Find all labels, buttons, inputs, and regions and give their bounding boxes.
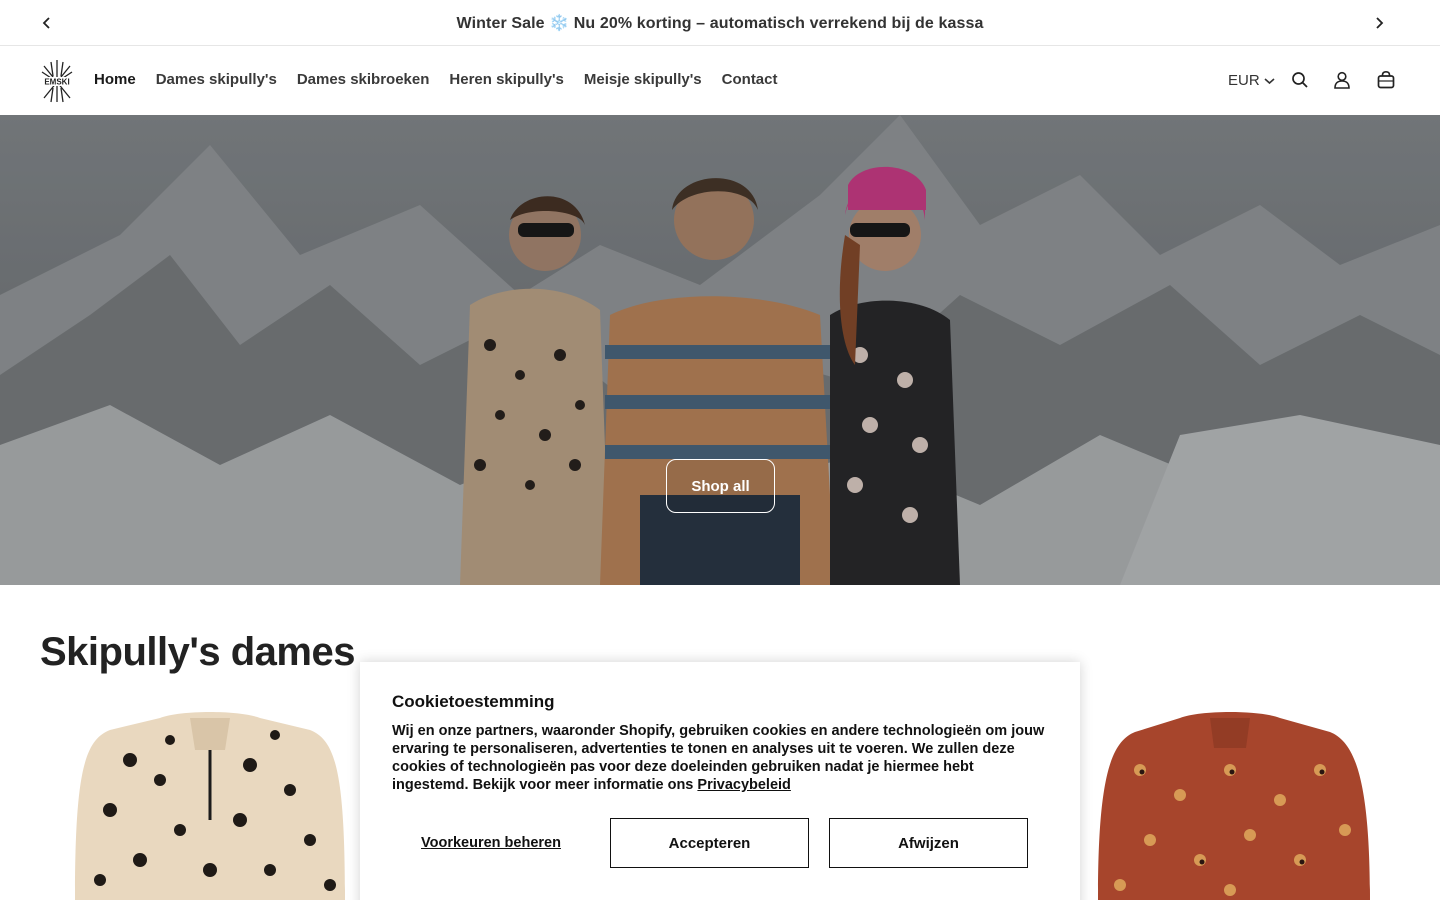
nav-meisje-skipullys[interactable]: Meisje skipully's xyxy=(584,71,702,88)
nav-dames-skibroeken[interactable]: Dames skibroeken xyxy=(297,71,430,88)
announcement-next-button[interactable] xyxy=(1368,12,1390,34)
accept-button[interactable]: Accepteren xyxy=(610,818,809,868)
decline-button[interactable]: Afwijzen xyxy=(829,818,1028,868)
cart-icon xyxy=(1377,70,1395,89)
logo-icon: EMSKI xyxy=(40,60,74,103)
product-image xyxy=(75,712,345,900)
chevron-left-icon xyxy=(42,17,50,29)
logo-text: EMSKI xyxy=(44,78,69,87)
announcement-text: Winter Sale ❄️ Nu 20% korting – automati… xyxy=(456,14,984,32)
cookie-actions: Voorkeuren beheren Accepteren Afwijzen xyxy=(392,818,1048,868)
nav-heren-skipullys[interactable]: Heren skipully's xyxy=(449,71,563,88)
main-nav: Home Dames skipully's Dames skibroeken H… xyxy=(94,71,778,88)
privacy-policy-link[interactable]: Privacybeleid xyxy=(697,777,791,793)
hero-image xyxy=(0,115,1440,585)
emski-logo[interactable]: EMSKI xyxy=(38,58,76,104)
cookie-body: Wij en onze partners, waaronder Shopify,… xyxy=(392,722,1048,794)
currency-selector[interactable]: EUR xyxy=(1228,72,1275,89)
search-icon xyxy=(1292,72,1308,88)
cookie-consent-dialog: Cookietoestemming Wij en onze partners, … xyxy=(360,662,1080,900)
announcement-bar: Winter Sale ❄️ Nu 20% korting – automati… xyxy=(0,0,1440,46)
shop-all-button[interactable]: Shop all xyxy=(666,459,775,513)
search-button[interactable] xyxy=(1290,70,1310,90)
product-image xyxy=(1098,712,1370,900)
chevron-right-icon xyxy=(1376,17,1384,29)
announcement-prev-button[interactable] xyxy=(36,12,58,34)
nav-dames-skipullys[interactable]: Dames skipully's xyxy=(156,71,277,88)
account-icon xyxy=(1334,71,1350,89)
site-header: EMSKI Home Dames skipully's Dames skibro… xyxy=(0,46,1440,115)
account-button[interactable] xyxy=(1332,70,1352,90)
manage-preferences-button[interactable]: Voorkeuren beheren xyxy=(392,835,590,852)
cookie-title: Cookietoestemming xyxy=(392,692,555,711)
nav-contact[interactable]: Contact xyxy=(722,71,778,88)
product-card[interactable] xyxy=(40,710,380,900)
chevron-down-icon xyxy=(1264,77,1275,84)
currency-label: EUR xyxy=(1228,72,1260,89)
cart-button[interactable] xyxy=(1376,70,1396,90)
product-card[interactable] xyxy=(1080,710,1400,900)
nav-home[interactable]: Home xyxy=(94,71,136,88)
collection-title: Skipully's dames xyxy=(40,630,356,674)
hero-banner: Shop all xyxy=(0,115,1440,585)
